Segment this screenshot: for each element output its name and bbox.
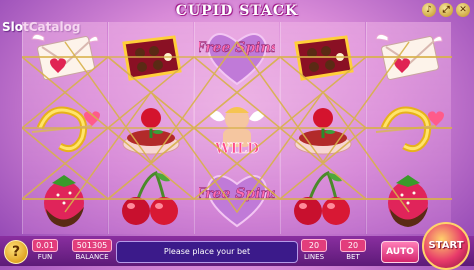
bottom-bar: ? 0.01 FUN 501305 BALANCE Please place y… — [0, 236, 474, 266]
rose-cake-symbol — [113, 95, 189, 161]
fun-label: FUN — [37, 253, 53, 261]
cupid-harp-symbol — [27, 95, 103, 161]
fullscreen-icon[interactable]: ⤢ — [439, 3, 453, 17]
free-spins-text: Free Spins — [199, 186, 275, 202]
cherries-symbol — [113, 166, 189, 232]
balance-label: BALANCE — [75, 253, 109, 261]
top-bar: CUPID STACK ♪ ⤢ ✕ — [0, 0, 474, 22]
sound-icon[interactable]: ♪ — [422, 3, 436, 17]
free-spins-text: Free Spins — [199, 40, 275, 56]
balance-box: 501305 BALANCE — [72, 239, 112, 263]
game-logo: CUPID STACK — [175, 3, 299, 19]
chocolate-box-symbol — [285, 24, 361, 90]
free-spins-symbol: Free Spins — [199, 24, 275, 90]
reel-2 — [108, 22, 193, 234]
reel-4 — [280, 22, 365, 234]
chocolate-box-symbol — [113, 24, 189, 90]
reel-grid: Free Spins WILD Free Spins — [22, 22, 452, 234]
cupid-harp-symbol — [371, 95, 447, 161]
fun-value: 0.01 — [32, 239, 58, 252]
reel-3: Free Spins WILD Free Spins — [194, 22, 279, 234]
close-icon[interactable]: ✕ — [456, 3, 470, 17]
reel-1 — [22, 22, 107, 234]
cupid-wild-symbol: WILD — [199, 95, 275, 161]
free-spins-symbol: Free Spins — [199, 166, 275, 232]
chocolate-strawberry-symbol — [371, 166, 447, 232]
bet-box[interactable]: 20 BET — [340, 239, 366, 263]
reel-5 — [366, 22, 451, 234]
help-button[interactable]: ? — [4, 240, 28, 264]
love-letter-symbol — [27, 24, 103, 90]
lines-value[interactable]: 20 — [301, 239, 327, 252]
window-controls: ♪ ⤢ ✕ — [422, 3, 470, 17]
start-button[interactable]: START — [422, 222, 470, 270]
balance-value: 501305 — [72, 239, 112, 252]
cherries-symbol — [285, 166, 361, 232]
bet-label: BET — [346, 253, 360, 261]
wild-text: WILD — [214, 141, 259, 157]
love-letter-symbol — [371, 24, 447, 90]
lines-box[interactable]: 20 LINES — [301, 239, 327, 263]
lines-label: LINES — [303, 253, 325, 261]
rose-cake-symbol — [285, 95, 361, 161]
chocolate-strawberry-symbol — [27, 166, 103, 232]
message-panel: Please place your bet — [116, 241, 298, 263]
bet-value[interactable]: 20 — [340, 239, 366, 252]
auto-button[interactable]: AUTO — [381, 241, 419, 263]
fun-box: 0.01 FUN — [32, 239, 58, 263]
